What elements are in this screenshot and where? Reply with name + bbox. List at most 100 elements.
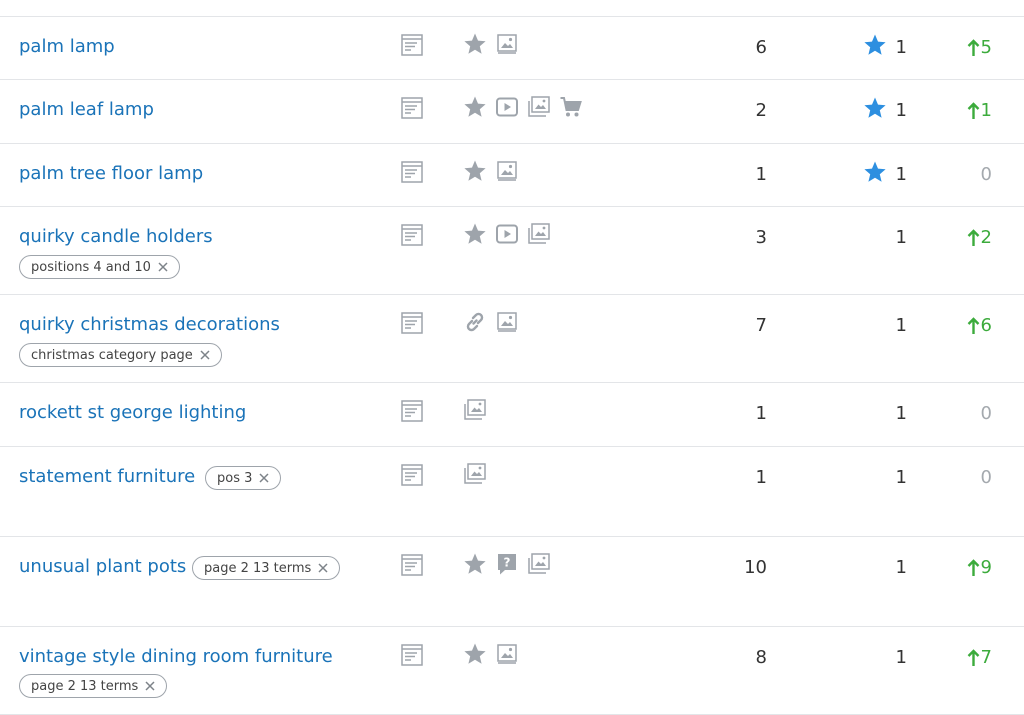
note-tag-label: pos 3 <box>217 470 253 486</box>
serp-features <box>463 222 551 246</box>
note-tag: positions 4 and 10 <box>19 255 180 279</box>
star-icon[interactable] <box>863 96 887 120</box>
link-icon[interactable] <box>463 310 487 334</box>
question-icon[interactable]: ? <box>495 552 519 576</box>
volume-value: 7 <box>755 315 767 336</box>
position-change-value: 5 <box>980 37 992 58</box>
document-icon[interactable] <box>400 643 424 667</box>
star-icon[interactable] <box>463 222 487 246</box>
note-tag: christmas category page <box>19 343 222 367</box>
close-icon[interactable] <box>258 472 270 484</box>
table-row: palm leaf lamp 2 1 1 <box>0 80 1024 144</box>
volume-value: 10 <box>744 557 767 578</box>
video-icon[interactable] <box>495 95 519 119</box>
close-icon[interactable] <box>144 680 156 692</box>
serp-features <box>463 95 583 119</box>
volume-value: 8 <box>755 647 767 668</box>
volume-value: 1 <box>755 467 767 488</box>
video-icon[interactable] <box>495 222 519 246</box>
document-icon[interactable] <box>400 311 424 335</box>
serp-features <box>463 642 519 666</box>
document-icon[interactable] <box>400 33 424 57</box>
note-tag: page 2 13 terms <box>19 674 168 698</box>
images-icon[interactable] <box>527 95 551 119</box>
serp-features <box>463 159 519 183</box>
position-change: 1 <box>967 100 992 121</box>
keyword-link[interactable]: vintage style dining room furniture <box>19 646 333 667</box>
table-row: palm lamp 6 1 5 <box>0 17 1024 80</box>
note-tag-label: page 2 13 terms <box>204 560 312 576</box>
images-icon[interactable] <box>527 222 551 246</box>
star-icon[interactable] <box>863 160 887 184</box>
table-row: unusual plant pots page 2 13 terms ? 10 … <box>0 537 1024 627</box>
position-change-value: 0 <box>980 164 992 185</box>
position-change: 2 <box>967 227 992 248</box>
star-icon[interactable] <box>863 33 887 57</box>
position-change-value: 9 <box>980 557 992 578</box>
position-change-value: 0 <box>980 403 992 424</box>
document-icon[interactable] <box>400 96 424 120</box>
cart-icon[interactable] <box>559 95 583 119</box>
document-icon[interactable] <box>400 160 424 184</box>
volume-value: 2 <box>755 100 767 121</box>
position-value: 1 <box>895 100 907 121</box>
note-tag-label: christmas category page <box>31 347 193 363</box>
keyword-link[interactable]: rockett st george lighting <box>19 402 246 423</box>
document-icon[interactable] <box>400 553 424 577</box>
serp-features: ? <box>463 552 551 576</box>
serp-features <box>463 398 487 422</box>
close-icon[interactable] <box>317 562 329 574</box>
note-tag: page 2 13 terms <box>192 556 341 580</box>
volume-value: 1 <box>755 403 767 424</box>
keyword-link[interactable]: unusual plant pots <box>19 556 186 577</box>
document-icon[interactable] <box>400 463 424 487</box>
table-row: vintage style dining room furniture page… <box>0 627 1024 715</box>
images-icon[interactable] <box>527 552 551 576</box>
position-value: 1 <box>895 647 907 668</box>
images-icon[interactable] <box>463 398 487 422</box>
keyword-link[interactable]: quirky candle holders <box>19 226 213 247</box>
note-tag-label: page 2 13 terms <box>31 678 139 694</box>
image-icon[interactable] <box>495 32 519 56</box>
volume-value: 3 <box>755 227 767 248</box>
position-change-value: 6 <box>980 315 992 336</box>
close-icon[interactable] <box>157 261 169 273</box>
star-icon[interactable] <box>463 642 487 666</box>
keyword-link[interactable]: palm tree floor lamp <box>19 163 203 184</box>
position-change: 9 <box>967 557 992 578</box>
star-icon[interactable] <box>463 552 487 576</box>
volume-value: 6 <box>755 37 767 58</box>
table-row: quirky christmas decorations christmas c… <box>0 295 1024 383</box>
serp-features <box>463 32 519 56</box>
table-row: rockett st george lighting 1 1 0 <box>0 383 1024 447</box>
document-icon[interactable] <box>400 223 424 247</box>
table-row: quirky candle holders positions 4 and 10… <box>0 207 1024 295</box>
image-icon[interactable] <box>495 159 519 183</box>
star-icon[interactable] <box>463 95 487 119</box>
keyword-link[interactable]: quirky christmas decorations <box>19 314 280 335</box>
svg-text:?: ? <box>504 556 511 570</box>
image-icon[interactable] <box>495 642 519 666</box>
serp-features <box>463 310 519 334</box>
position-change-value: 1 <box>980 100 992 121</box>
star-icon[interactable] <box>463 32 487 56</box>
document-icon[interactable] <box>400 399 424 423</box>
arrow-up-icon <box>967 558 979 576</box>
position-value: 1 <box>895 164 907 185</box>
position-value: 1 <box>895 227 907 248</box>
position-change: 0 <box>981 164 992 185</box>
table-row: statement furniture pos 3 1 1 0 <box>0 447 1024 537</box>
image-icon[interactable] <box>495 310 519 334</box>
position-value: 1 <box>895 557 907 578</box>
table-row: palm tree floor lamp 1 1 0 <box>0 144 1024 207</box>
keyword-link[interactable]: palm lamp <box>19 36 115 57</box>
arrow-up-icon <box>967 228 979 246</box>
keyword-link[interactable]: statement furniture <box>19 466 195 487</box>
position-change-value: 2 <box>980 227 992 248</box>
keyword-table: palm lamp 6 1 5 palm leaf lamp 2 1 1 pal… <box>0 16 1024 715</box>
close-icon[interactable] <box>199 349 211 361</box>
images-icon[interactable] <box>463 462 487 486</box>
keyword-link[interactable]: palm leaf lamp <box>19 99 154 120</box>
star-icon[interactable] <box>463 159 487 183</box>
arrow-up-icon <box>967 101 979 119</box>
